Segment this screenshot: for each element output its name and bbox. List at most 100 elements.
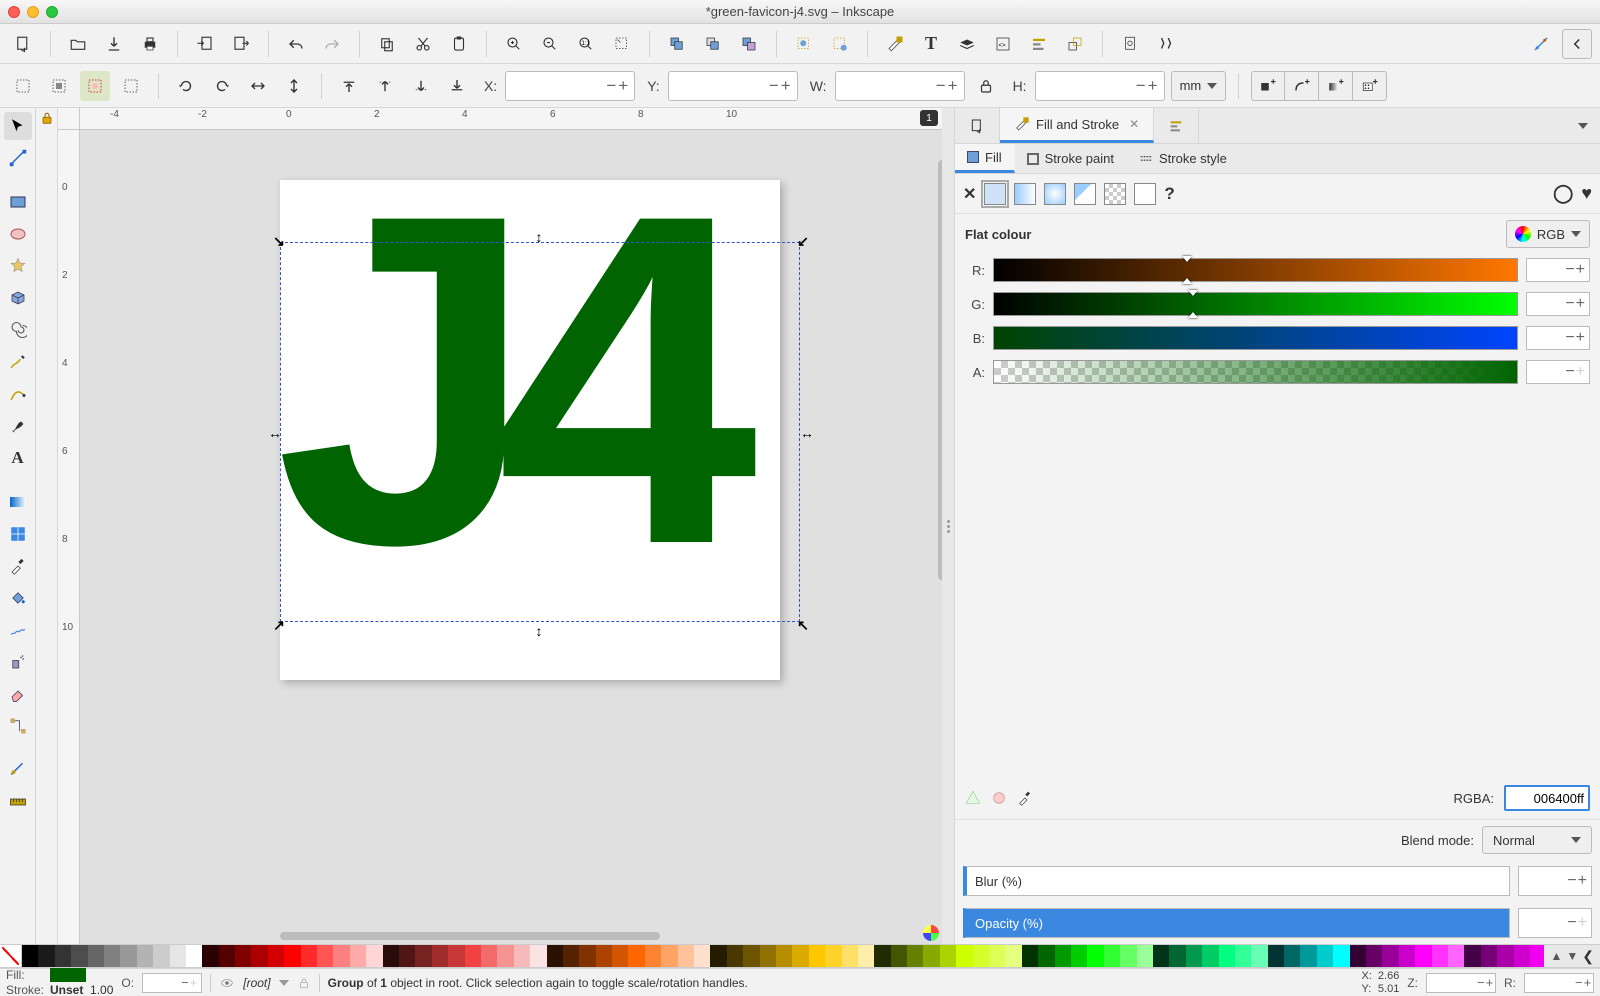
x-input[interactable]: -0.001 −+ [505,71,635,101]
pattern-button[interactable] [1104,183,1126,205]
swatch[interactable] [825,945,841,967]
swatch[interactable] [1497,945,1513,967]
swatch[interactable] [1038,945,1054,967]
swatch[interactable] [891,945,907,967]
connector-tool[interactable] [4,712,32,740]
resize-handle-s[interactable]: ↕ [532,624,546,638]
subtab-fill[interactable]: Fill [955,144,1015,173]
swatch[interactable] [415,945,431,967]
h-input[interactable]: 9.246 −+ [1035,71,1165,101]
blend-select[interactable]: Normal [1482,826,1592,854]
swatch[interactable] [809,945,825,967]
export-button[interactable] [226,29,256,59]
resize-handle-nw[interactable]: ↘ [272,234,286,248]
rotate-cw-button[interactable] [207,71,237,101]
swatch[interactable] [1137,945,1153,967]
swatch[interactable] [678,945,694,967]
deselect-button[interactable] [80,71,110,101]
no-fill-swatch[interactable] [0,945,22,967]
minus-icon[interactable]: − [936,76,946,96]
affect-stroke-button[interactable] [1251,71,1285,101]
stroke-swatch[interactable]: Unset 1.00 [50,983,113,996]
swatch[interactable] [710,945,726,967]
panel-grip[interactable] [942,108,954,944]
paint-bucket-tool[interactable] [4,584,32,612]
plus-icon[interactable]: + [948,76,958,96]
horizontal-scrollbar[interactable] [280,932,660,940]
swatch[interactable] [1169,945,1185,967]
swatch[interactable] [186,945,202,967]
lock-aspect-button[interactable] [971,71,1001,101]
opacity-field[interactable]: Opacity (%) [963,908,1510,938]
selector-tool[interactable] [4,112,32,140]
zoom-fit-button[interactable]: 1:1 [571,29,601,59]
spray-tool[interactable] [4,648,32,676]
paste-button[interactable] [444,29,474,59]
swatch[interactable] [776,945,792,967]
opacity-value[interactable]: 100.0−+ [1518,908,1592,938]
layers-dialog-button[interactable] [952,29,982,59]
swatch[interactable] [301,945,317,967]
swatch[interactable] [628,945,644,967]
gradient-tool[interactable] [4,488,32,516]
plus-icon[interactable]: + [618,76,628,96]
measure-tool[interactable] [4,788,32,816]
minus-icon[interactable]: − [769,76,779,96]
dock-tab-new[interactable] [955,108,1000,143]
swatch[interactable] [383,945,399,967]
swatch[interactable] [1464,945,1480,967]
resize-handle-ne[interactable]: ↙ [796,234,810,248]
palette-up-icon[interactable]: ▲ [1550,949,1562,963]
swatch[interactable] [530,945,546,967]
select-all-button[interactable] [44,71,74,101]
minus-icon[interactable]: − [1136,76,1146,96]
swatch[interactable] [38,945,54,967]
swatch[interactable] [1514,945,1530,967]
fill-rule-icon[interactable]: ♥ [1581,183,1592,204]
b-slider[interactable] [993,326,1518,350]
r-value[interactable]: 0−+ [1526,258,1590,282]
text-tool[interactable]: A [4,444,32,472]
chevron-down-icon[interactable] [279,980,289,986]
swatch[interactable] [1186,945,1202,967]
swatch[interactable] [465,945,481,967]
swatch[interactable] [858,945,874,967]
rotate-ccw-button[interactable] [171,71,201,101]
align-dialog-button[interactable] [1024,29,1054,59]
spiral-tool[interactable] [4,316,32,344]
selection-box[interactable] [280,242,800,622]
canvas[interactable]: J4 ↘ ↕ ↙ ↔ ↔ ↗ ↕ ↖ [80,130,942,944]
swatch[interactable] [694,945,710,967]
group-button[interactable] [789,29,819,59]
unlink-clone-button[interactable] [734,29,764,59]
swatch[interactable] [727,945,743,967]
swatch[interactable] [1251,945,1267,967]
color-mode-select[interactable]: RGB [1506,220,1590,248]
color-profile-icon[interactable] [922,924,940,942]
affect-corners-button[interactable] [1285,71,1319,101]
swatch[interactable] [1530,945,1545,967]
print-button[interactable] [135,29,165,59]
swatch[interactable] [170,945,186,967]
ruler-vertical[interactable]: 0 2 4 6 8 10 [58,130,80,944]
swatch[interactable] [481,945,497,967]
fill-swatch[interactable] [50,968,86,982]
swatch-button[interactable] [1134,183,1156,205]
opacity-status-input[interactable]: 100−+ [142,973,202,993]
r-slider[interactable] [993,258,1518,282]
preferences-button[interactable] [1151,29,1181,59]
swatch[interactable] [842,945,858,967]
flip-vertical-button[interactable] [279,71,309,101]
swatch[interactable] [1235,945,1251,967]
a-value[interactable]: 100−+ [1526,360,1590,384]
swatch[interactable] [1284,945,1300,967]
layer-visibility-icon[interactable] [219,976,235,990]
layer-lock-icon[interactable] [297,976,311,990]
swatch[interactable] [1317,945,1333,967]
swatch[interactable] [333,945,349,967]
swatch[interactable] [71,945,87,967]
calligraphy-tool[interactable] [4,412,32,440]
swatch[interactable] [284,945,300,967]
vertical-scrollbar[interactable] [938,160,942,580]
zoom-out-button[interactable] [535,29,565,59]
